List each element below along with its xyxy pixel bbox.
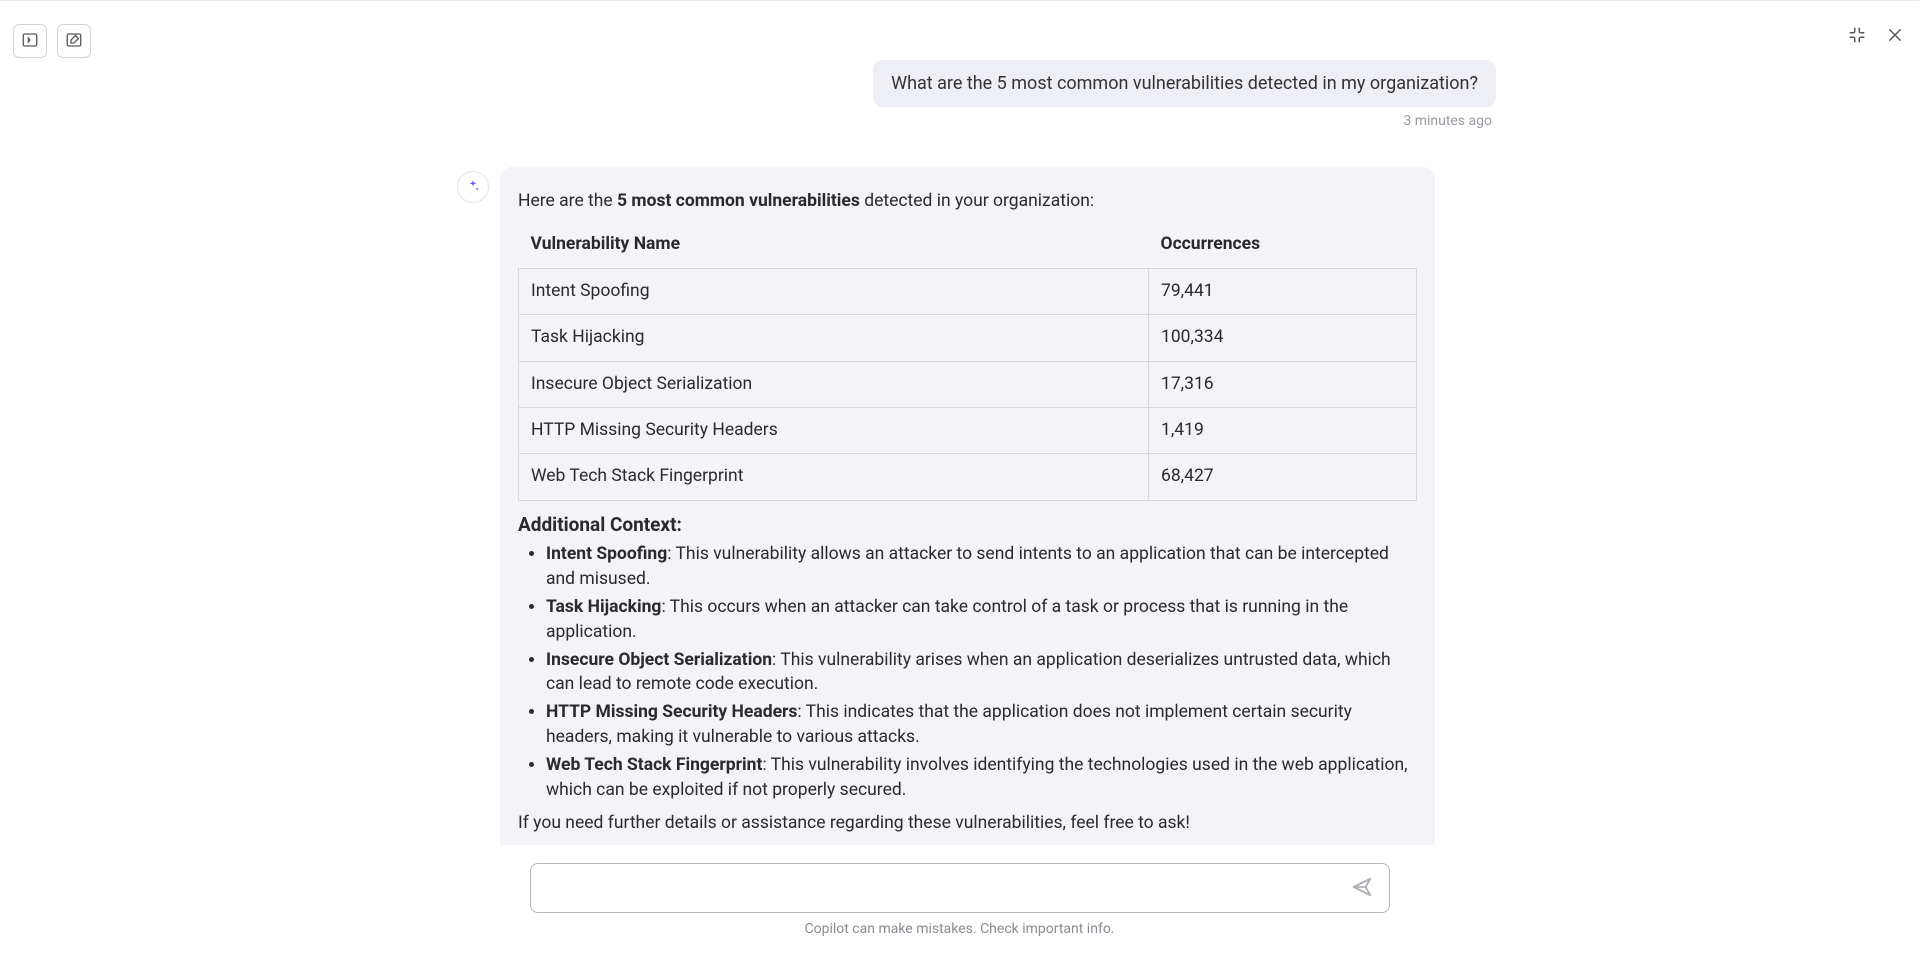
user-message-bubble: What are the 5 most common vulnerabiliti… — [873, 60, 1496, 107]
vuln-name-cell: Web Tech Stack Fingerprint — [519, 454, 1149, 500]
vulnerabilities-table: Vulnerability Name Occurrences Intent Sp… — [518, 222, 1417, 500]
context-desc: : This vulnerability allows an attacker … — [546, 544, 1389, 589]
vuln-name-cell: Insecure Object Serialization — [519, 361, 1149, 407]
table-row: Web Tech Stack Fingerprint 68,427 — [519, 454, 1417, 500]
vuln-occ-cell: 79,441 — [1149, 268, 1417, 314]
context-term: Task Hijacking — [546, 597, 661, 617]
context-desc: : This occurs when an attacker can take … — [546, 597, 1348, 642]
send-button[interactable] — [1347, 873, 1377, 903]
context-list: Intent Spoofing: This vulnerability allo… — [518, 542, 1417, 802]
vuln-name-cell: Task Hijacking — [519, 315, 1149, 361]
table-row: Task Hijacking 100,334 — [519, 315, 1417, 361]
send-icon — [1351, 876, 1373, 901]
intro-bold: 5 most common vulnerabilities — [617, 191, 860, 211]
table-row: Intent Spoofing 79,441 — [519, 268, 1417, 314]
intro-after: detected in your organization: — [860, 191, 1094, 211]
context-term: Insecure Object Serialization — [546, 650, 772, 670]
message-input[interactable] — [543, 864, 1347, 912]
vuln-name-cell: HTTP Missing Security Headers — [519, 407, 1149, 453]
toolbar-right — [1845, 24, 1907, 48]
context-item: Insecure Object Serialization: This vuln… — [546, 648, 1417, 698]
context-term: HTTP Missing Security Headers — [546, 702, 797, 722]
composer — [530, 863, 1390, 913]
vuln-occ-cell: 1,419 — [1149, 407, 1417, 453]
additional-context-heading: Additional Context: — [518, 511, 1417, 539]
context-item: Intent Spoofing: This vulnerability allo… — [546, 542, 1417, 592]
intro-before: Here are the — [518, 191, 617, 211]
context-term: Intent Spoofing — [546, 544, 667, 564]
context-item: Task Hijacking: This occurs when an atta… — [546, 595, 1417, 645]
close-icon — [1886, 26, 1904, 47]
minimize-icon — [1848, 26, 1866, 47]
assistant-message-bubble: Here are the 5 most common vulnerabiliti… — [500, 167, 1435, 845]
table-header-row: Vulnerability Name Occurrences — [519, 222, 1417, 268]
assistant-intro: Here are the 5 most common vulnerabiliti… — [518, 189, 1417, 214]
top-border — [0, 0, 1919, 1]
user-message-text: What are the 5 most common vulnerabiliti… — [891, 73, 1478, 94]
vuln-occ-cell: 100,334 — [1149, 315, 1417, 361]
collapse-button[interactable] — [1845, 24, 1869, 48]
copilot-avatar — [457, 171, 489, 203]
vuln-name-cell: Intent Spoofing — [519, 268, 1149, 314]
user-message-row: What are the 5 most common vulnerabiliti… — [0, 60, 1919, 129]
close-button[interactable] — [1883, 24, 1907, 48]
col-header-name: Vulnerability Name — [519, 222, 1149, 268]
col-header-occurrences: Occurrences — [1149, 222, 1417, 268]
disclaimer-text: Copilot can make mistakes. Check importa… — [805, 921, 1115, 937]
composer-area: Copilot can make mistakes. Check importa… — [0, 863, 1919, 937]
assistant-closing: If you need further details or assistanc… — [518, 811, 1417, 836]
table-row: HTTP Missing Security Headers 1,419 — [519, 407, 1417, 453]
context-item: HTTP Missing Security Headers: This indi… — [546, 700, 1417, 750]
context-item: Web Tech Stack Fingerprint: This vulnera… — [546, 753, 1417, 803]
vuln-occ-cell: 68,427 — [1149, 454, 1417, 500]
vuln-occ-cell: 17,316 — [1149, 361, 1417, 407]
sparkle-icon — [466, 178, 480, 197]
chat-scroll-area[interactable]: What are the 5 most common vulnerabiliti… — [0, 48, 1919, 845]
assistant-message-row: Here are the 5 most common vulnerabiliti… — [0, 167, 1919, 845]
table-row: Insecure Object Serialization 17,316 — [519, 361, 1417, 407]
user-message-timestamp: 3 minutes ago — [1403, 113, 1492, 129]
context-term: Web Tech Stack Fingerprint — [546, 755, 762, 775]
